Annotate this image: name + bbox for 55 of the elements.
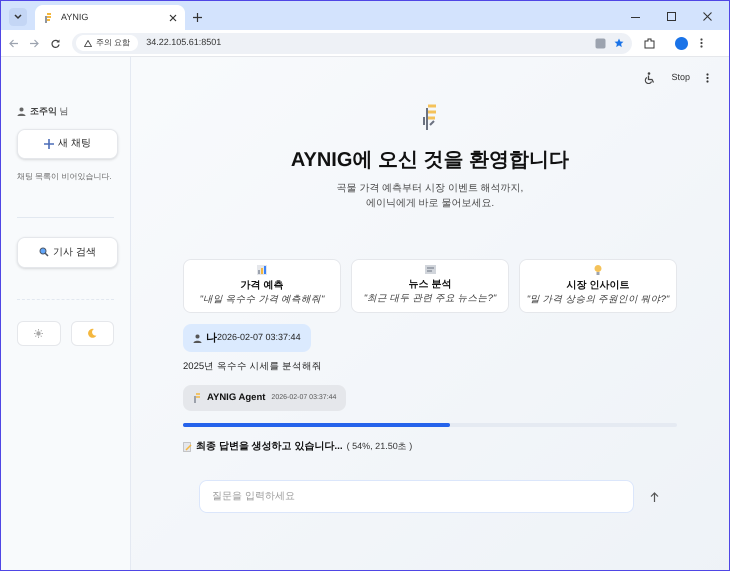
- memo-icon: [183, 442, 192, 452]
- user-name: 조주익 님: [30, 105, 69, 118]
- reload-icon[interactable]: [51, 38, 60, 48]
- browser-tab[interactable]: AYNIG: [35, 5, 185, 30]
- bar-chart-icon: [257, 264, 267, 275]
- new-chat-button[interactable]: 새 채팅: [17, 128, 118, 158]
- welcome-subtitle: 에이닉에게 바로 물어보세요.: [366, 197, 494, 211]
- address-text: 34.22.105.61:8501: [146, 36, 222, 50]
- security-label: 주의 요함: [96, 37, 130, 49]
- sender-name: 나: [206, 330, 217, 346]
- welcome-subtitle: 곡물 가격 예측부터 시장 이벤트 해석까지,: [336, 182, 524, 196]
- card-title: 시장 인사이트: [566, 278, 630, 293]
- progress-detail: ( 54%, 21.50초 ): [346, 440, 412, 453]
- close-window-icon[interactable]: [703, 12, 712, 21]
- message-time: 2026-02-07 03:37:44: [217, 331, 301, 344]
- light-bulb-icon: [594, 264, 602, 275]
- sun-icon: [34, 328, 44, 338]
- address-bar[interactable]: 주의 요함 34.22.105.61:8501: [72, 32, 632, 54]
- maximize-icon[interactable]: [667, 12, 676, 21]
- chat-input-field[interactable]: 질문을 입력하세요: [199, 480, 634, 514]
- new-tab-icon[interactable]: [193, 13, 202, 22]
- stop-link[interactable]: Stop: [671, 71, 690, 85]
- empty-chat-list-text: 채팅 목록이 비어있습니다.: [17, 170, 112, 182]
- card-example: "밀 가격 상승의 주원인이 뭐야?": [526, 292, 670, 307]
- card-example: "내일 옥수수 가격 예측해줘": [200, 292, 324, 307]
- wheelchair-icon: [644, 72, 656, 84]
- search-icon: [39, 247, 50, 257]
- plus-icon: [44, 138, 54, 148]
- tab-list-button[interactable]: [9, 8, 27, 26]
- bookmark-star-icon[interactable]: [614, 38, 624, 48]
- article-search-button[interactable]: 기사 검색: [17, 236, 118, 268]
- card-title: 뉴스 분석: [408, 278, 452, 292]
- card-title: 가격 예측: [240, 278, 284, 293]
- example-card[interactable]: 가격 예측 "내일 옥수수 가격 예측해줘": [183, 259, 341, 313]
- sender-name: AYNIG Agent: [207, 391, 266, 406]
- moon-icon: [87, 328, 98, 338]
- menu-icon[interactable]: [700, 38, 703, 48]
- user-icon: [17, 107, 26, 116]
- caret-icon: [14, 14, 22, 20]
- send-arrow-icon[interactable]: [650, 492, 659, 502]
- warning-icon: [84, 40, 92, 46]
- example-card[interactable]: 시장 인사이트 "밀 가격 상승의 주원인이 뭐야?": [519, 259, 677, 313]
- newspaper-icon: [424, 265, 436, 274]
- example-card[interactable]: 뉴스 분석 "최근 대두 관련 주요 뉴스는?": [351, 259, 509, 313]
- welcome-title: AYNIG에 오신 것을 환영합니다: [290, 148, 570, 173]
- user-icon: [193, 334, 202, 342]
- message-text: 2025년 옥수수 시세를 분석해줘: [183, 360, 324, 374]
- avatar-icon[interactable]: [675, 36, 688, 50]
- card-example: "최근 대두 관련 주요 뉴스는?": [364, 292, 496, 306]
- progress-status: 최종 답변을 생성하고 있습니다...: [196, 440, 343, 454]
- extensions-icon[interactable]: [644, 38, 655, 48]
- close-icon[interactable]: [169, 14, 177, 22]
- security-chip[interactable]: 주의 요함: [76, 35, 138, 51]
- tab-title: AYNIG: [61, 10, 90, 24]
- menu-icon[interactable]: [706, 73, 709, 83]
